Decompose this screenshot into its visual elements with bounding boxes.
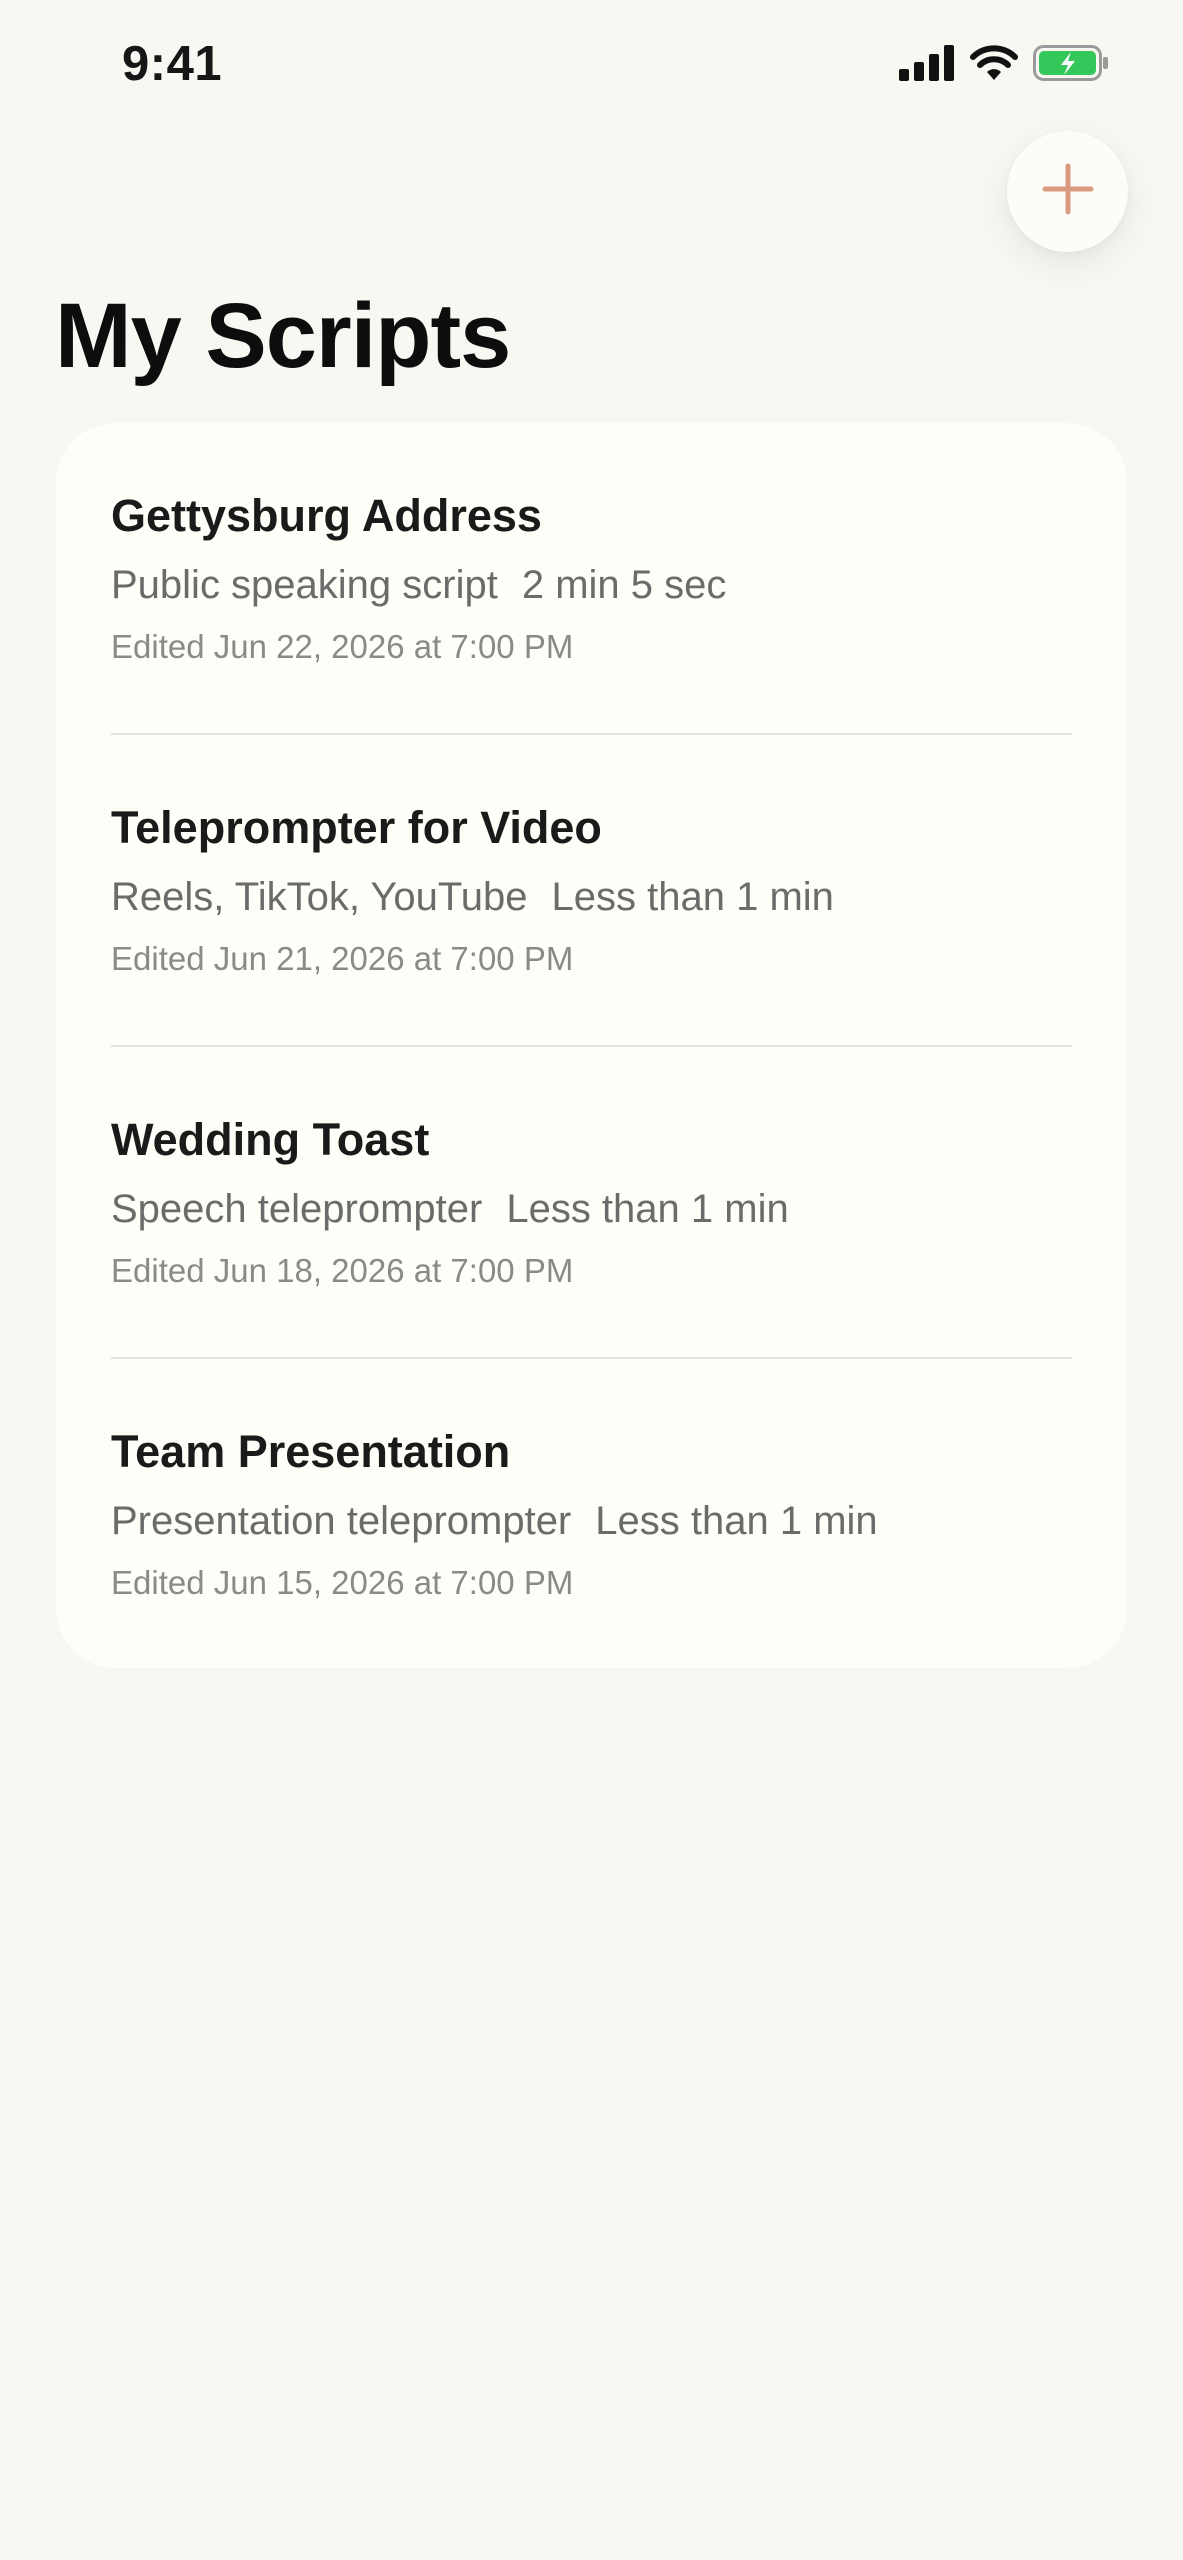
script-edited-date: Edited Jun 21, 2026 at 7:00 PM bbox=[111, 939, 574, 977]
script-list-item[interactable]: Gettysburg Address Public speaking scrip… bbox=[111, 423, 1072, 735]
add-script-button[interactable] bbox=[1007, 131, 1128, 252]
battery-charging-icon bbox=[1033, 45, 1109, 86]
cellular-signal-icon bbox=[899, 45, 955, 86]
script-edited-date: Edited Jun 22, 2026 at 7:00 PM bbox=[111, 627, 574, 665]
script-title: Team Presentation bbox=[111, 1426, 511, 1477]
script-edited-date: Edited Jun 18, 2026 at 7:00 PM bbox=[111, 1251, 574, 1289]
script-list-item[interactable]: Teleprompter for Video Reels, TikTok, Yo… bbox=[111, 735, 1072, 1047]
script-meta: Speech teleprompter Less than 1 min bbox=[111, 1187, 1072, 1231]
script-list-item[interactable]: Team Presentation Presentation telepromp… bbox=[111, 1359, 1072, 1671]
script-duration: Less than 1 min bbox=[551, 874, 834, 919]
script-edited-date: Edited Jun 15, 2026 at 7:00 PM bbox=[111, 1563, 574, 1601]
status-bar: 9:41 bbox=[0, 0, 1183, 130]
script-duration: Less than 1 min bbox=[506, 1186, 789, 1231]
script-duration: Less than 1 min bbox=[595, 1498, 878, 1543]
page-title: My Scripts bbox=[55, 285, 511, 387]
wifi-icon bbox=[969, 44, 1019, 87]
script-category: Public speaking script bbox=[111, 562, 498, 607]
script-title: Teleprompter for Video bbox=[111, 802, 602, 853]
script-meta: Public speaking script 2 min 5 sec bbox=[111, 563, 1072, 607]
script-duration: 2 min 5 sec bbox=[521, 562, 727, 607]
script-title: Wedding Toast bbox=[111, 1114, 430, 1165]
script-meta: Presentation teleprompter Less than 1 min bbox=[111, 1499, 1072, 1543]
script-category: Reels, TikTok, YouTube bbox=[111, 874, 528, 919]
status-icons bbox=[899, 44, 1109, 87]
script-list-item[interactable]: Wedding Toast Speech teleprompter Less th… bbox=[111, 1047, 1072, 1359]
status-time: 9:41 bbox=[122, 37, 223, 91]
scripts-list: Gettysburg Address Public speaking scrip… bbox=[56, 423, 1127, 1668]
script-meta: Reels, TikTok, YouTube Less than 1 min bbox=[111, 875, 1072, 919]
script-category: Presentation teleprompter bbox=[111, 1498, 572, 1543]
script-category: Speech teleprompter bbox=[111, 1186, 483, 1231]
script-title: Gettysburg Address bbox=[111, 490, 542, 541]
plus-icon bbox=[1042, 163, 1094, 220]
